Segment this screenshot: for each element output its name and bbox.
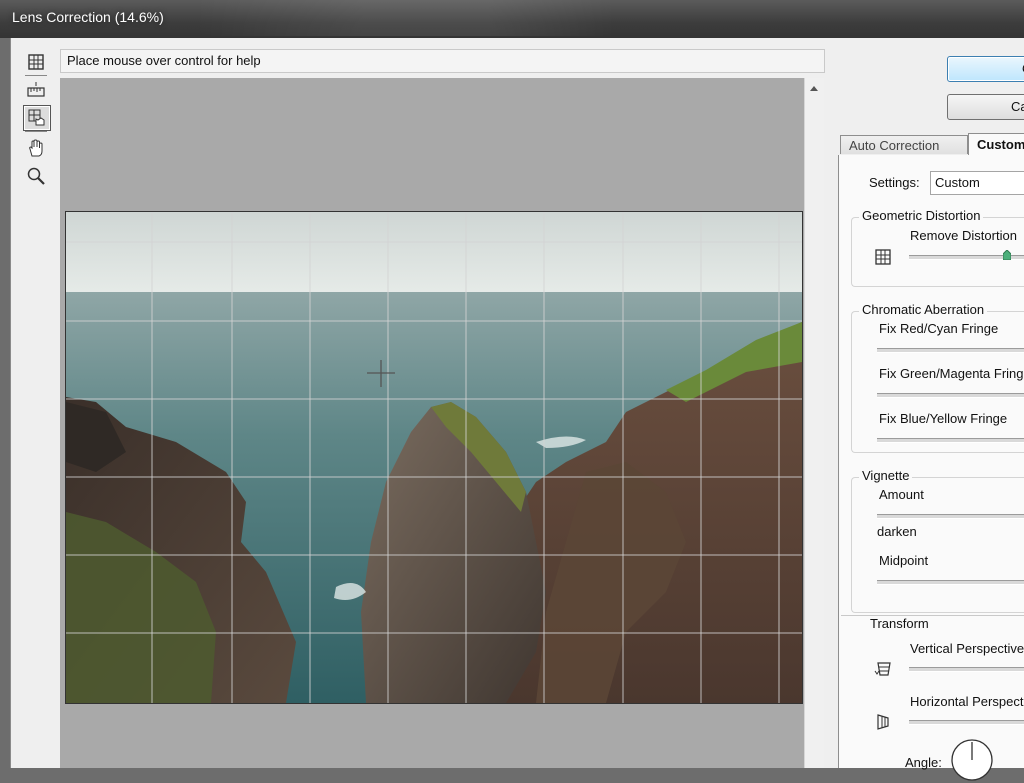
help-text: Place mouse over control for help: [67, 53, 261, 68]
title-bar: Lens Correction (14.6%): [0, 0, 1024, 38]
cancel-button[interactable]: Ca: [947, 94, 1024, 120]
vignette-darken-label: darken: [877, 524, 917, 539]
straighten-tool-icon[interactable]: [23, 78, 49, 102]
ok-button[interactable]: O: [947, 56, 1024, 82]
remove-distortion-slider-thumb[interactable]: [1003, 250, 1011, 260]
fix-red-cyan-label: Fix Red/Cyan Fringe: [879, 321, 999, 336]
geometric-distortion-legend: Geometric Distortion: [859, 208, 984, 223]
fix-green-magenta-label: Fix Green/Magenta Fringe: [879, 366, 1024, 381]
transform-legend: Transform: [870, 616, 929, 631]
fix-red-cyan-slider[interactable]: [877, 348, 1024, 353]
fix-green-magenta-slider[interactable]: [877, 393, 1024, 398]
settings-select[interactable]: Custom: [930, 171, 1024, 195]
vertical-perspective-icon: [874, 662, 891, 676]
tab-custom[interactable]: Custom: [968, 133, 1024, 156]
custom-tab-body: Settings: Custom Geometric Distortion Re…: [838, 155, 1024, 781]
zoom-tool-icon[interactable]: [23, 164, 49, 188]
horizontal-perspective-slider[interactable]: [909, 720, 1024, 725]
fix-blue-yellow-label: Fix Blue/Yellow Fringe: [879, 411, 1008, 426]
vignette-amount-slider[interactable]: [877, 514, 1024, 519]
title-bar-menu-ghost: [195, 0, 615, 36]
angle-dial[interactable]: [949, 737, 995, 783]
remove-distortion-tool-icon[interactable]: [23, 50, 49, 74]
vertical-perspective-label: Vertical Perspective: [910, 641, 1024, 656]
window-title: Lens Correction (14.6%): [12, 9, 164, 25]
vignette-legend: Vignette: [859, 468, 913, 483]
preview-image[interactable]: [65, 211, 803, 704]
help-bar: Place mouse over control for help: [60, 49, 825, 73]
chromatic-aberration-legend: Chromatic Aberration: [859, 302, 988, 317]
fix-blue-yellow-slider[interactable]: [877, 438, 1024, 443]
scroll-up-arrow-icon[interactable]: [810, 86, 818, 91]
vignette-midpoint-label: Midpoint: [879, 553, 929, 568]
vignette-amount-label: Amount: [879, 487, 924, 502]
remove-distortion-icon: [875, 249, 891, 265]
horizontal-perspective-icon: [877, 714, 889, 730]
remove-distortion-label: Remove Distortion: [910, 228, 1017, 243]
transform-divider: [841, 615, 1024, 616]
vertical-perspective-slider[interactable]: [909, 667, 1024, 672]
settings-label: Settings:: [869, 175, 920, 190]
move-grid-tool-icon[interactable]: [23, 105, 51, 131]
vignette-midpoint-slider[interactable]: [877, 580, 1024, 585]
tab-bar: Auto Correction Custom: [838, 133, 1024, 156]
vignette-group: Vignette: [851, 468, 1024, 613]
tab-auto-correction[interactable]: Auto Correction: [840, 135, 968, 154]
horizontal-perspective-label: Horizontal Perspective: [910, 694, 1024, 709]
tool-palette: [10, 44, 54, 204]
settings-panel: Auto Correction Custom Settings: Custom …: [838, 133, 1024, 781]
hand-tool-icon[interactable]: [23, 136, 49, 160]
preview-vertical-scrollbar[interactable]: [804, 78, 824, 768]
